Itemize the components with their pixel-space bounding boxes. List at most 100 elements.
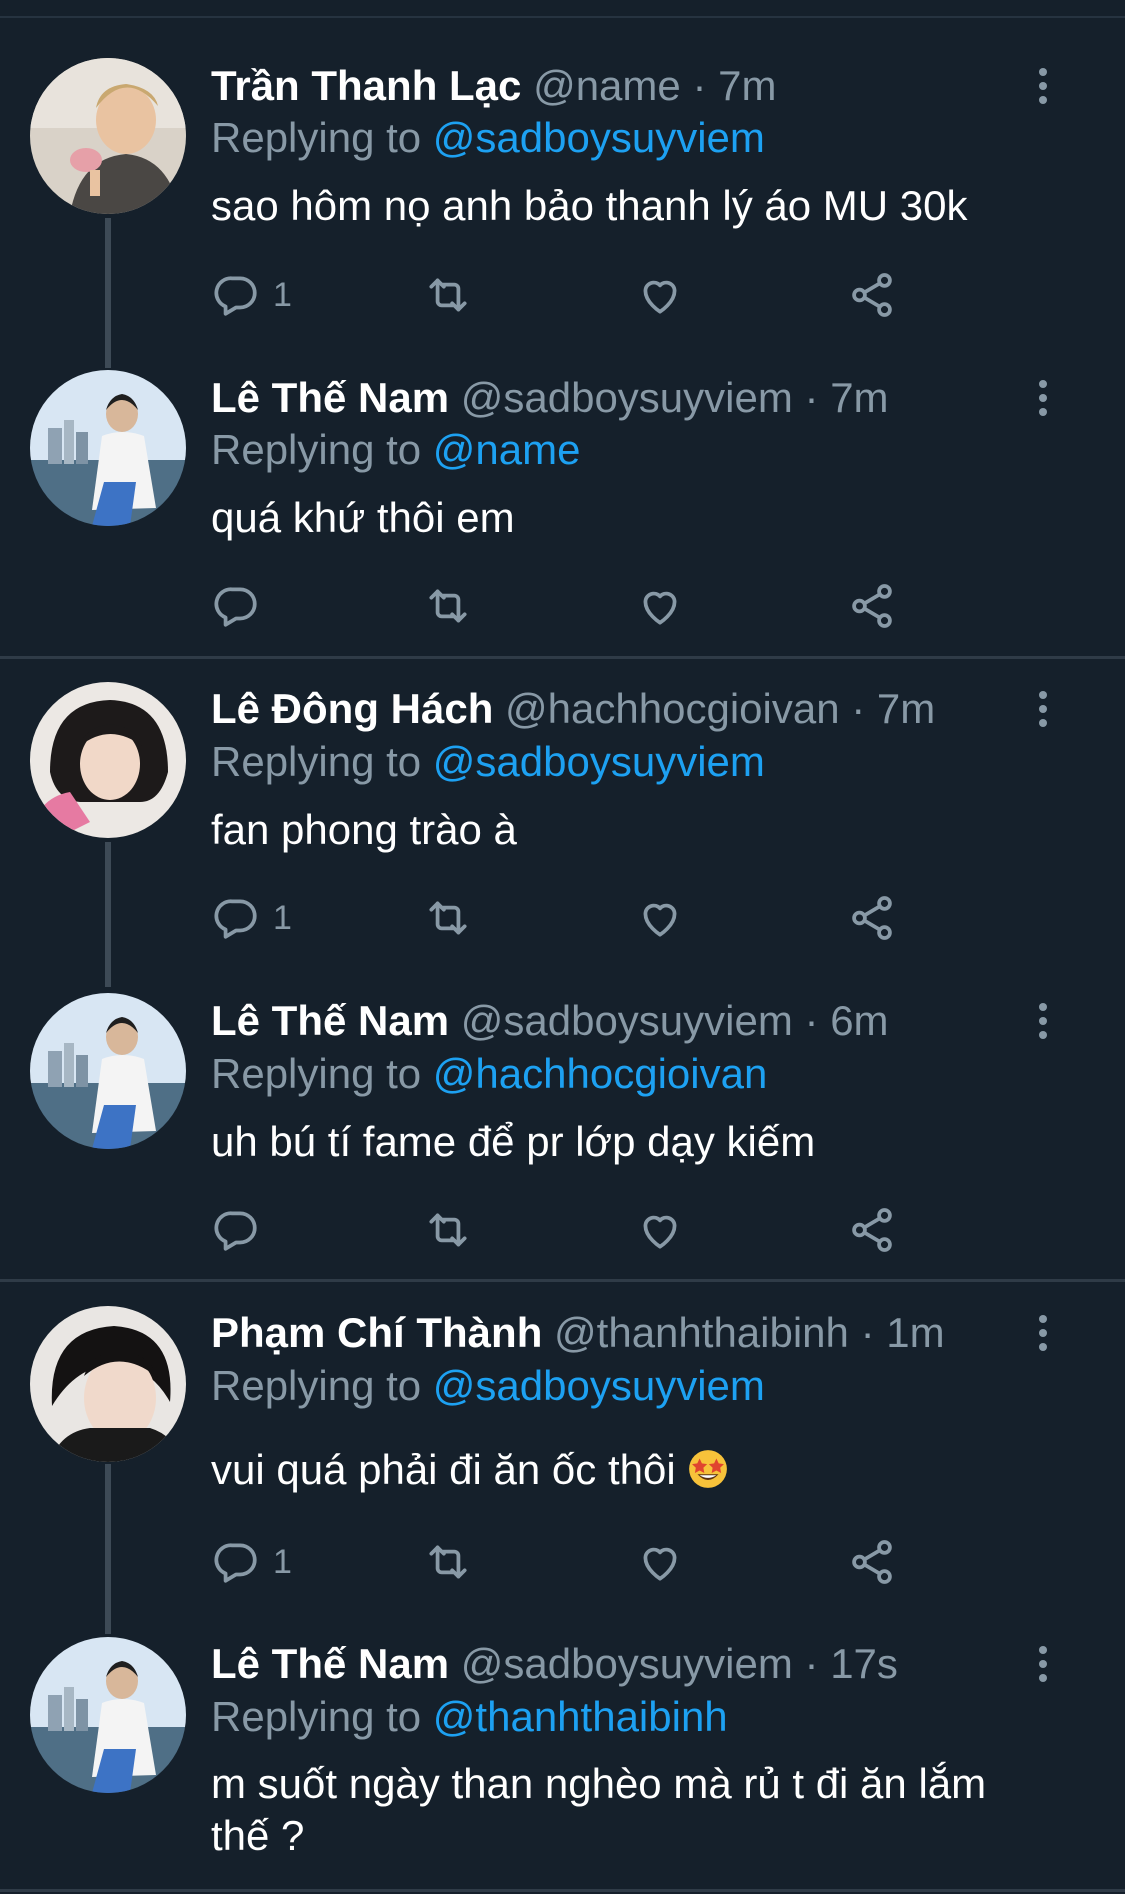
retweet-button[interactable] xyxy=(423,578,473,634)
reply-icon xyxy=(214,1211,257,1251)
reply-count: 1 xyxy=(273,898,292,937)
heart-icon xyxy=(643,591,677,625)
like-button[interactable] xyxy=(635,1202,685,1258)
share-button[interactable] xyxy=(847,267,897,323)
reply-button[interactable] xyxy=(211,578,273,634)
thread-connector xyxy=(105,1464,111,1634)
share-icon xyxy=(852,1208,892,1252)
replying-mention[interactable]: @thanhthaibinh xyxy=(433,1693,728,1740)
username[interactable]: @sadboysuyviem xyxy=(461,1640,793,1687)
action-bar xyxy=(211,1202,911,1258)
more-vertical-icon[interactable] xyxy=(1030,60,1056,112)
timestamp[interactable]: 17s xyxy=(830,1640,898,1687)
share-button[interactable] xyxy=(847,1202,897,1258)
replying-to: Replying to @sadboysuyviem xyxy=(211,112,765,164)
separator-dot: · xyxy=(804,1640,819,1687)
more-vertical-icon[interactable] xyxy=(1030,372,1056,424)
like-button[interactable] xyxy=(635,890,685,946)
display-name[interactable]: Lê Thế Nam xyxy=(211,1640,449,1687)
timestamp[interactable]: 1m xyxy=(886,1309,944,1356)
like-button[interactable] xyxy=(635,267,685,323)
separator-dot: · xyxy=(804,997,819,1044)
timestamp[interactable]: 6m xyxy=(830,997,888,1044)
share-button[interactable] xyxy=(847,578,897,634)
tweet-text: m suốt ngày than nghèo mà rủ t đi ăn lắm… xyxy=(211,1760,987,1859)
separator-dot: · xyxy=(692,62,707,109)
retweet-button[interactable] xyxy=(423,267,473,323)
share-icon xyxy=(852,273,892,317)
avatar-le-dong-hach[interactable] xyxy=(30,682,186,838)
like-button[interactable] xyxy=(635,578,685,634)
display-name[interactable]: Trần Thanh Lạc xyxy=(211,62,521,109)
tweet-text: sao hôm nọ anh bảo thanh lý áo MU 30k xyxy=(211,182,968,229)
timestamp[interactable]: 7m xyxy=(718,62,776,109)
display-name[interactable]: Lê Thế Nam xyxy=(211,374,449,421)
like-button[interactable] xyxy=(635,1534,685,1590)
reply-button[interactable]: 1 xyxy=(211,890,292,946)
thread-connector xyxy=(105,842,111,987)
thread-connector xyxy=(105,218,111,368)
retweet-icon xyxy=(429,1213,467,1247)
replying-prefix: Replying to xyxy=(211,426,422,473)
replying-prefix: Replying to xyxy=(211,738,422,785)
username[interactable]: @hachhocgioivan xyxy=(505,685,840,732)
avatar-le-the-nam[interactable] xyxy=(30,1637,186,1793)
retweet-icon xyxy=(429,589,467,623)
username[interactable]: @sadboysuyviem xyxy=(461,997,793,1044)
more-vertical-icon[interactable] xyxy=(1030,1307,1056,1359)
reply-button[interactable]: 1 xyxy=(211,267,292,323)
replying-mention[interactable]: @hachhocgioivan xyxy=(433,1050,768,1097)
more-vertical-icon[interactable] xyxy=(1030,683,1056,735)
username[interactable]: @thanhthaibinh xyxy=(554,1309,849,1356)
timestamp[interactable]: 7m xyxy=(877,685,935,732)
display-name[interactable]: Phạm Chí Thành xyxy=(211,1309,542,1356)
display-name[interactable]: Lê Thế Nam xyxy=(211,997,449,1044)
reply-icon xyxy=(214,276,257,316)
retweet-icon xyxy=(429,1545,467,1579)
reply-icon xyxy=(214,899,257,939)
username[interactable]: @name xyxy=(533,62,681,109)
tweet-header: Lê Thế Nam @sadboysuyviem · 17s xyxy=(211,1638,898,1690)
tweet-text: quá khứ thôi em xyxy=(211,494,515,541)
bottom-divider xyxy=(0,1889,1125,1892)
replying-mention[interactable]: @sadboysuyviem xyxy=(433,1362,765,1409)
replying-mention[interactable]: @name xyxy=(433,426,581,473)
replying-mention[interactable]: @sadboysuyviem xyxy=(433,738,765,785)
retweet-icon xyxy=(429,278,467,312)
share-button[interactable] xyxy=(847,890,897,946)
action-bar: 1 xyxy=(211,267,911,323)
reply-button[interactable]: 1 xyxy=(211,1534,292,1590)
replying-prefix: Replying to xyxy=(211,1362,422,1409)
tweet-header: Phạm Chí Thành @thanhthaibinh · 1m xyxy=(211,1307,945,1359)
reply-icon xyxy=(214,587,257,627)
reply-button[interactable] xyxy=(211,1202,273,1258)
replying-to: Replying to @hachhocgioivan xyxy=(211,1048,767,1100)
retweet-icon xyxy=(429,901,467,935)
star-struck-emoji xyxy=(689,1450,728,1488)
timestamp[interactable]: 7m xyxy=(830,374,888,421)
more-vertical-icon[interactable] xyxy=(1030,1638,1056,1690)
avatar-tran-thanh-lac[interactable] xyxy=(30,58,186,214)
replying-prefix: Replying to xyxy=(211,1693,422,1740)
separator-dot: · xyxy=(860,1309,875,1356)
avatar-le-the-nam[interactable] xyxy=(30,370,186,526)
avatar-le-the-nam[interactable] xyxy=(30,993,186,1149)
thread-divider xyxy=(0,656,1125,659)
thread-divider xyxy=(0,1279,1125,1282)
avatar-pham-chi-thanh[interactable] xyxy=(30,1306,186,1462)
tweet-text: vui quá phải đi ăn ốc thôi xyxy=(211,1446,676,1493)
retweet-button[interactable] xyxy=(423,890,473,946)
top-divider xyxy=(0,16,1125,18)
share-button[interactable] xyxy=(847,1534,897,1590)
replying-mention[interactable]: @sadboysuyviem xyxy=(433,114,765,161)
display-name[interactable]: Lê Đông Hách xyxy=(211,685,493,732)
action-bar: 1 xyxy=(211,890,911,946)
username[interactable]: @sadboysuyviem xyxy=(461,374,793,421)
more-vertical-icon[interactable] xyxy=(1030,995,1056,1047)
replying-to: Replying to @name xyxy=(211,424,581,476)
reply-count: 1 xyxy=(273,275,292,314)
retweet-button[interactable] xyxy=(423,1202,473,1258)
retweet-button[interactable] xyxy=(423,1534,473,1590)
reply-count: 1 xyxy=(273,1542,292,1581)
separator-dot: · xyxy=(804,374,819,421)
